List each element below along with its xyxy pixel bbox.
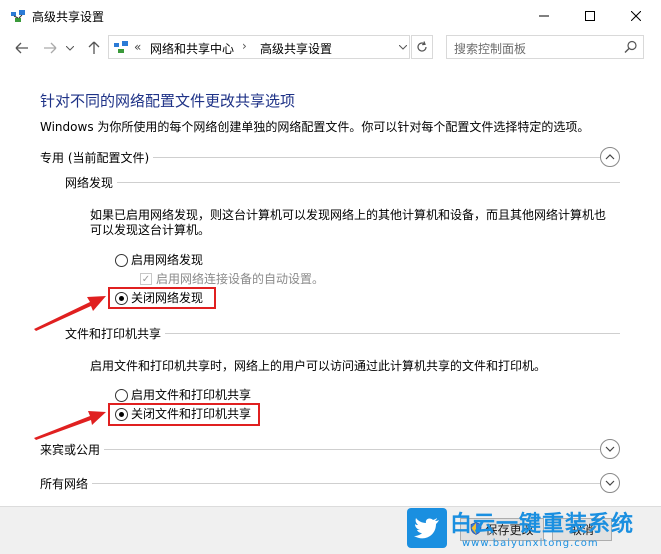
expand-chevron-down-icon[interactable]	[600, 473, 620, 493]
label-enable-network-discovery[interactable]: 启用网络发现	[131, 251, 203, 268]
private-profile-label[interactable]: 专用 (当前配置文件)	[40, 149, 154, 166]
collapse-chevron-up-icon[interactable]	[600, 147, 620, 167]
network-icon	[113, 40, 129, 54]
address-dropdown-icon[interactable]	[395, 35, 411, 59]
radio-disable-file-sharing[interactable]	[115, 408, 128, 421]
page-title: 针对不同的网络配置文件更改共享选项	[40, 92, 296, 110]
file-printer-sharing-text: 启用文件和打印机共享时，网络上的用户可以访问通过此计算机共享的文件和打印机。	[90, 359, 547, 373]
label-disable-network-discovery[interactable]: 关闭网络发现	[131, 289, 203, 306]
checkbox-auto-setup: ✓	[140, 273, 152, 285]
divider	[40, 483, 600, 484]
radio-disable-network-discovery[interactable]	[115, 292, 128, 305]
search-placeholder: 搜索控制面板	[454, 42, 527, 56]
page-description: Windows 为你所使用的每个网络创建单独的网络配置文件。你可以针对每个配置文…	[40, 120, 590, 134]
label-disable-file-sharing[interactable]: 关闭文件和打印机共享	[131, 405, 251, 422]
forward-arrow-icon[interactable]	[39, 38, 61, 58]
label-auto-setup: 启用网络连接设备的自动设置。	[156, 272, 325, 286]
network-discovery-text-line2: 可以发现这台计算机。	[90, 223, 211, 237]
file-printer-sharing-title: 文件和打印机共享	[65, 325, 166, 342]
watermark-url: www.baiyunxitong.com	[462, 538, 599, 549]
network-sharing-icon	[10, 9, 26, 23]
all-networks-label[interactable]: 所有网络	[40, 475, 93, 492]
breadcrumb-overflow[interactable]: «	[134, 40, 141, 54]
divider	[65, 182, 620, 183]
search-icon[interactable]	[624, 40, 638, 54]
divider	[40, 449, 600, 450]
recent-locations-icon[interactable]	[63, 38, 77, 58]
breadcrumb-network-center[interactable]: 网络和共享中心	[150, 40, 234, 57]
breadcrumb-separator[interactable]: ›	[242, 39, 247, 53]
up-arrow-icon[interactable]	[83, 38, 105, 58]
back-arrow-icon[interactable]	[11, 38, 33, 58]
window-title: 高级共享设置	[32, 10, 105, 24]
refresh-icon[interactable]	[411, 35, 433, 59]
radio-enable-file-sharing[interactable]	[115, 389, 128, 402]
close-button[interactable]	[613, 0, 659, 32]
minimize-button[interactable]	[521, 0, 567, 32]
expand-chevron-down-icon[interactable]	[600, 439, 620, 459]
guest-public-label[interactable]: 来宾或公用	[40, 441, 105, 458]
network-discovery-title: 网络发现	[65, 174, 118, 191]
bird-logo-icon	[407, 508, 447, 548]
maximize-button[interactable]	[567, 0, 613, 32]
radio-enable-network-discovery[interactable]	[115, 254, 128, 267]
annotation-arrow	[30, 402, 110, 442]
watermark-brand: 白云一键重装系统	[450, 512, 635, 537]
breadcrumb-advanced-sharing[interactable]: 高级共享设置	[260, 40, 332, 57]
label-enable-file-sharing[interactable]: 启用文件和打印机共享	[131, 386, 251, 403]
